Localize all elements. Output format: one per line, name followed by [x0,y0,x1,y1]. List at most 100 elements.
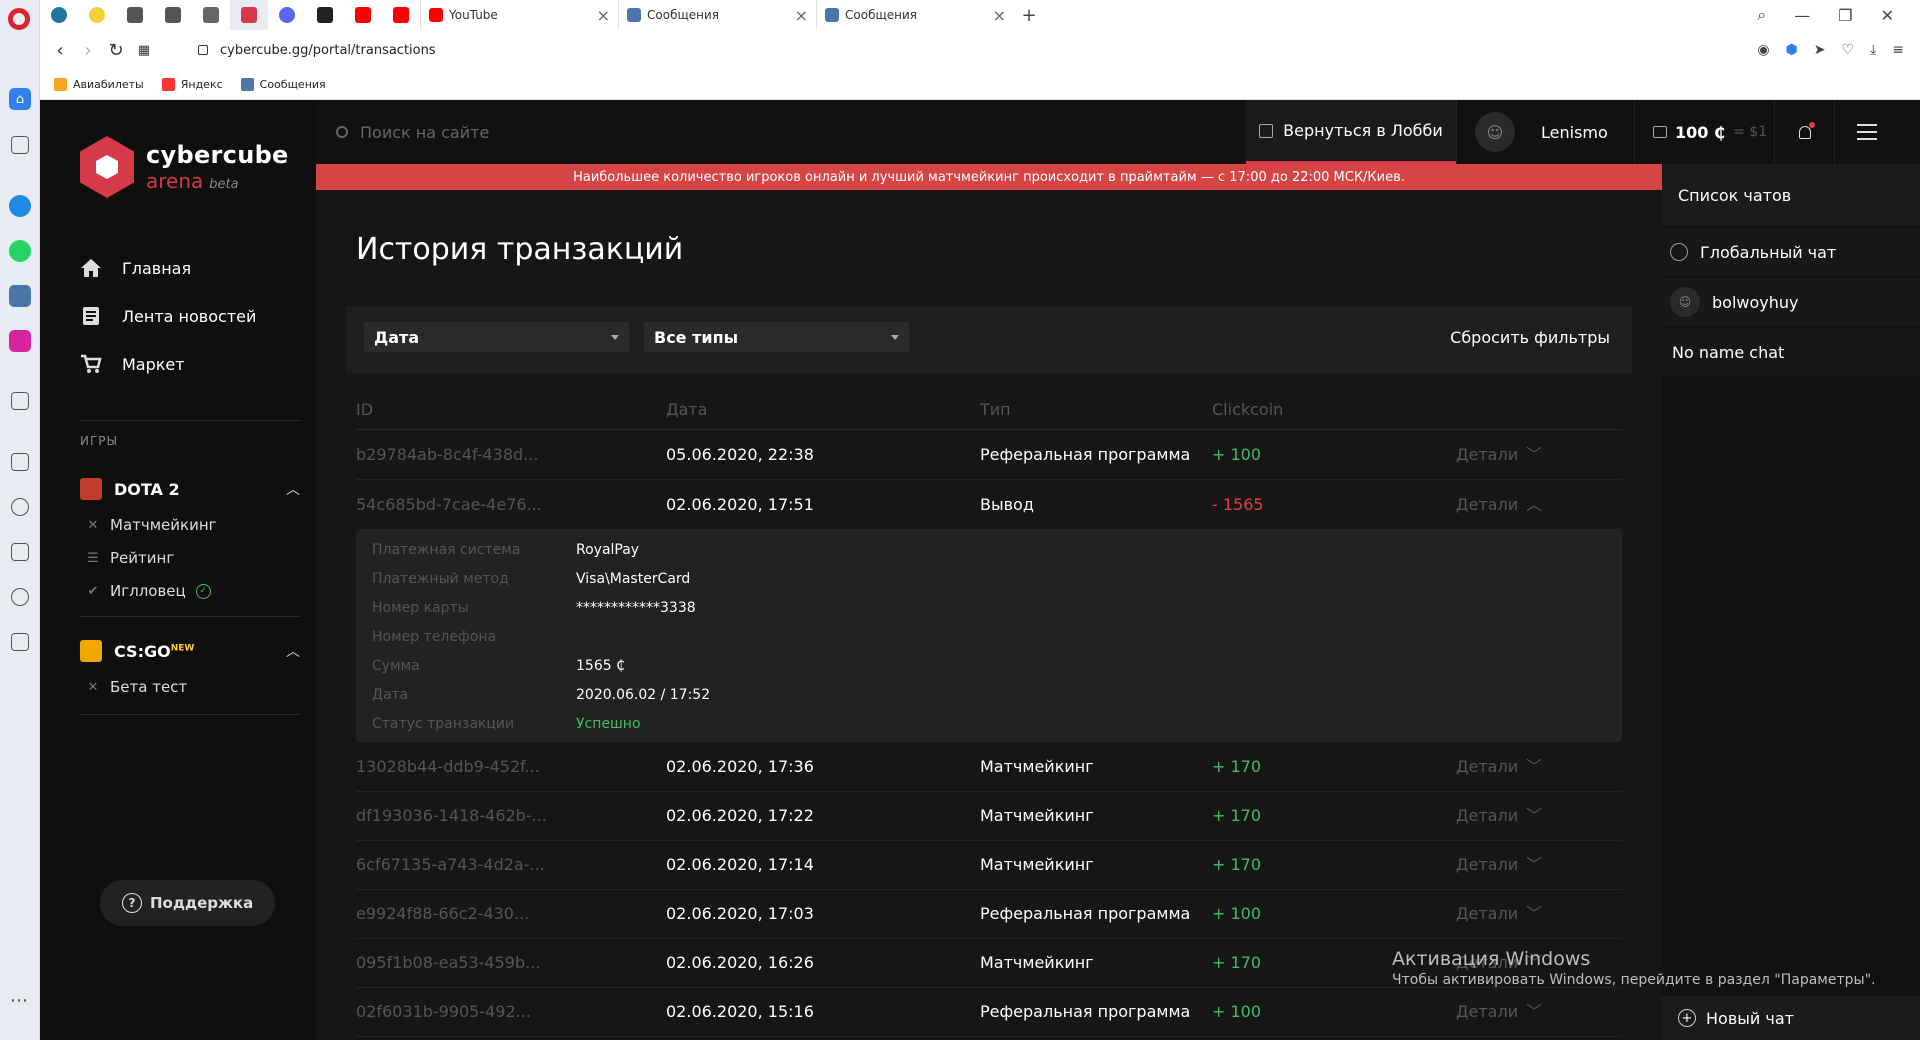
send-icon[interactable]: ➤ [1814,42,1826,58]
close-icon[interactable]: × [795,6,808,25]
vpn-shield-icon[interactable]: ⬢ [1786,42,1798,58]
bookmark-yandex[interactable]: Яндекс [161,78,223,91]
messenger-icon[interactable] [9,195,31,217]
table-row[interactable]: 13028b44-ddb9-452f... 02.06.2020, 17:36 Ма… [356,742,1622,792]
instagram-icon[interactable] [9,330,31,352]
table-row[interactable]: 54c685bd-7cae-4e76... 02.06.2020, 17:51 Вы… [356,480,1622,530]
pinned-tab-youtube-2[interactable] [382,0,420,30]
back-icon[interactable]: ‹ [46,40,74,61]
table-row[interactable]: e9924f88-66c2-430... 02.06.2020, 17:03 Реф… [356,889,1622,939]
news-reader-icon[interactable] [11,543,29,561]
subitem-player[interactable]: ✔ Иглловец ✓ [86,582,211,600]
new-chat-button[interactable]: + Новый чат [1662,996,1920,1040]
pinned-tab-cybercube-active[interactable] [230,0,268,30]
chat-label: bolwoyhuy [1712,292,1799,312]
tab-messages-1[interactable]: Сообщения × [618,0,816,30]
easy-setup-icon[interactable]: ≡ [1892,42,1904,58]
chevron-up-icon[interactable]: ︿ [286,479,300,499]
tab-youtube[interactable]: YouTube × [420,0,618,30]
activation-text: Чтобы активировать Windows, перейдите в … [1392,972,1876,988]
transaction-type: Матчмейкинг [980,757,1094,776]
transaction-id: 13028b44-ddb9-452f... [356,757,540,776]
notifications-button[interactable] [1774,100,1834,164]
pinned-tab-7[interactable] [268,0,306,30]
close-icon[interactable]: × [597,6,610,25]
camera-icon[interactable]: ◉ [1757,42,1769,58]
url-field[interactable]: cybercube.gg/portal/transactions [198,43,436,58]
balance[interactable]: 100 ₵ = $1 [1634,100,1774,164]
pinned-tab-8[interactable] [306,0,344,30]
details-toggle[interactable]: Детали ﹀ [1456,889,1542,939]
chevron-up-icon[interactable]: ︿ [286,641,300,661]
opera-logo-icon[interactable] [8,8,30,30]
history-icon[interactable] [11,588,29,606]
pinned-tab-youtube-1[interactable] [344,0,382,30]
reset-filters-button[interactable]: Сбросить фильтры [1450,328,1610,347]
download-icon[interactable]: ⤓ [1870,42,1876,58]
minimize-icon[interactable]: — [1794,6,1810,25]
type-filter-select[interactable]: Все типы [644,322,909,352]
extensions-icon[interactable] [11,453,29,471]
nav-item-news[interactable]: Лента новостей [80,292,256,340]
new-tab-button[interactable]: + [1014,5,1044,26]
tab-messages-2[interactable]: Сообщения × [816,0,1014,30]
details-toggle[interactable]: Детали ﹀ [1456,430,1542,480]
details-toggle[interactable]: Детали ﹀ [1456,987,1542,1037]
table-row[interactable]: 02f6031b-9905-492... 02.06.2020, 15:16 Реф… [356,987,1622,1037]
details-toggle[interactable]: Детали ︿ [1456,480,1542,530]
close-icon[interactable]: × [993,6,1006,25]
close-window-icon[interactable]: ✕ [1881,6,1894,25]
subitem-label: Рейтинг [110,549,175,567]
subitem-matchmaking[interactable]: ✕ Матчмейкинг [86,516,217,534]
pinned-tab-3[interactable] [116,0,154,30]
table-row[interactable]: df193036-1418-462b-... 02.06.2020, 17:22 М… [356,791,1622,841]
forward-icon[interactable]: › [74,40,102,61]
details-toggle[interactable]: Детали ﹀ [1456,840,1542,890]
chat-item-noname[interactable]: No name chat [1662,326,1920,376]
tabs-grid-icon[interactable]: ▦ [130,43,158,58]
cube-icon[interactable] [11,633,29,651]
pinned-tab-4[interactable] [154,0,192,30]
detail-value: 2020.06.02 / 17:52 [576,687,711,703]
subitem-rating[interactable]: ☰ Рейтинг [86,549,174,567]
search-tabs-icon[interactable]: ⌕ [1757,5,1766,25]
favorites-icon[interactable] [11,498,29,516]
user-profile[interactable]: ☺ Lenismo [1456,100,1634,164]
table-row[interactable]: b29784ab-8c4f-438d... 05.06.2020, 22:38 Ре… [356,430,1622,480]
whatsapp-icon[interactable] [9,240,31,262]
restore-icon[interactable]: ❐ [1838,6,1852,25]
pinned-tab-wordpress[interactable] [40,0,78,30]
game-csgo[interactable]: CS:GONEW ︿ [80,640,300,662]
flow-icon[interactable] [11,392,29,410]
game-dota2[interactable]: DOTA 2 ︿ [80,478,300,500]
reload-icon[interactable]: ↻ [102,40,130,61]
bookmark-messages[interactable]: Сообщения [240,78,326,91]
subitem-label: Иглловец [110,582,186,600]
subitem-label: Матчмейкинг [110,516,217,534]
details-toggle[interactable]: Детали ﹀ [1456,742,1542,792]
bookmarks-icon[interactable] [11,136,29,154]
lobby-label: Вернуться в Лобби [1283,121,1443,140]
menu-button[interactable] [1834,100,1898,164]
details-toggle[interactable]: Детали ﹀ [1456,791,1542,841]
brand-logo[interactable]: cybercube arena beta [80,136,289,198]
speed-dial-icon[interactable]: ⌂ [9,88,31,110]
bookmark-aviabilety[interactable]: Авиабилеты [54,78,144,91]
pinned-tab-5[interactable] [192,0,230,30]
support-button[interactable]: ? Поддержка [100,880,276,926]
pinned-tab-2[interactable] [78,0,116,30]
chat-item-user[interactable]: ☺ bolwoyhuy [1662,276,1920,326]
divider [80,420,300,421]
subitem-beta-test[interactable]: ✕ Бета тест [86,678,188,696]
table-row[interactable]: 6cf67135-a743-4d2a-... 02.06.2020, 17:14 М… [356,840,1622,890]
heart-icon[interactable]: ♡ [1842,42,1855,58]
nav-item-market[interactable]: Маркет [80,340,256,388]
nav-item-home[interactable]: Главная [80,244,256,292]
chat-item-global[interactable]: Глобальный чат [1662,226,1920,276]
date-filter-select[interactable]: Дата [364,322,629,352]
transaction-date: 02.06.2020, 16:26 [666,953,814,972]
back-to-lobby-button[interactable]: Вернуться в Лобби [1246,100,1456,164]
vk-icon[interactable] [9,285,31,307]
site-search[interactable]: Поиск на сайте [316,123,1246,142]
more-icon[interactable]: ⋯ [10,990,28,1011]
